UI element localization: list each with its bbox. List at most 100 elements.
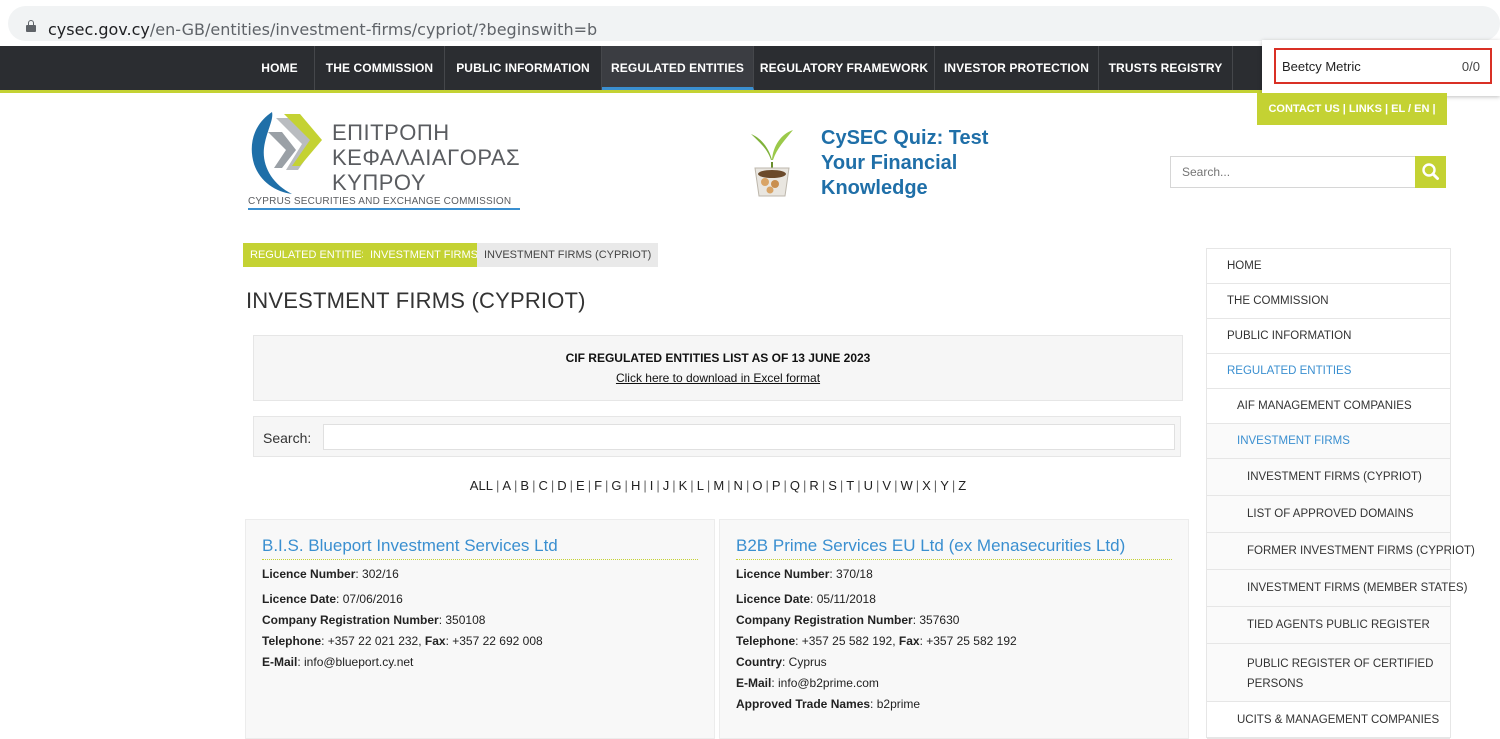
- alphabet-letter-w[interactable]: W: [900, 478, 912, 493]
- alphabet-letter-r[interactable]: R: [809, 478, 818, 493]
- alphabet-separator: |: [550, 478, 555, 493]
- firm-detail-row: E-Mail: info@b2prime.com: [736, 676, 879, 690]
- nav-public-information[interactable]: PUBLIC INFORMATION: [445, 46, 602, 90]
- plant-jar-icon[interactable]: [747, 124, 797, 200]
- breadcrumb-regulated-entities[interactable]: REGULATED ENTITIES: [243, 243, 376, 267]
- alphabet-letter-k[interactable]: K: [679, 478, 688, 493]
- firm-detail-value: Cyprus: [788, 655, 827, 669]
- nav-regulated-entities[interactable]: REGULATED ENTITIES: [602, 46, 754, 90]
- firm-detail-value: 302/16: [362, 567, 399, 581]
- nav-regulatory-framework[interactable]: REGULATORY FRAMEWORK: [754, 46, 935, 90]
- alphabet-letter-x[interactable]: X: [922, 478, 931, 493]
- sidebar-item-investment-firms-member-states[interactable]: INVESTMENT FIRMS (MEMBER STATES): [1207, 570, 1467, 607]
- alphabet-separator: |: [821, 478, 826, 493]
- firm-detail-label: Licence Number: [736, 567, 830, 581]
- sidebar-item-label: PUBLIC REGISTER OF CERTIFIED PERSONS: [1247, 658, 1434, 690]
- breadcrumb-investment-firms[interactable]: INVESTMENT FIRMS: [363, 243, 485, 267]
- sidebar-item-label: HOME: [1227, 260, 1262, 272]
- alphabet-separator: |: [783, 478, 787, 493]
- header-search-field[interactable]: [1170, 156, 1416, 188]
- alphabet-letter-j[interactable]: J: [663, 478, 670, 493]
- alphabet-letter-v[interactable]: V: [882, 478, 891, 493]
- alphabet-letter-p[interactable]: P: [772, 478, 781, 493]
- alphabet-letter-m[interactable]: M: [713, 478, 724, 493]
- alphabet-letter-all[interactable]: ALL: [470, 478, 493, 493]
- alphabet-separator: |: [745, 478, 750, 493]
- breadcrumb-current: INVESTMENT FIRMS (CYPRIOT): [477, 243, 659, 267]
- alphabet-letter-s[interactable]: S: [828, 478, 837, 493]
- header-search-input[interactable]: [1171, 157, 1415, 187]
- sidebar-item-regulated-entities[interactable]: REGULATED ENTITIES: [1207, 354, 1450, 389]
- sidebar-item-tied-agents-public-register[interactable]: TIED AGENTS PUBLIC REGISTER: [1207, 607, 1450, 644]
- firm-detail-value: 05/11/2018: [816, 592, 876, 606]
- url-text[interactable]: cysec.gov.cy/en-GB/entities/investment-f…: [48, 20, 597, 39]
- alphabet-letter-z[interactable]: Z: [958, 478, 966, 493]
- sidebar-item-former-investment-firms-cypriot[interactable]: FORMER INVESTMENT FIRMS (CYPRIOT): [1207, 533, 1475, 570]
- alphabet-letter-y[interactable]: Y: [940, 478, 949, 493]
- firm-detail-row: Licence Date: 07/06/2016: [262, 592, 403, 606]
- sidebar-item-ucits-management-companies[interactable]: UCITS & MANAGEMENT COMPANIES: [1207, 702, 1450, 739]
- firm-detail-label: Approved Trade Names: [736, 697, 871, 711]
- sidebar-item-investment-firms-cypriot[interactable]: INVESTMENT FIRMS (CYPRIOT): [1207, 459, 1450, 496]
- alphabet-separator: |: [951, 478, 956, 493]
- firm-detail-value: +357 22 692 008: [452, 634, 543, 648]
- alphabet-letter-c[interactable]: C: [538, 478, 547, 493]
- sidebar-item-the-commission[interactable]: THE COMMISSION: [1207, 284, 1450, 319]
- alphabet-letter-a[interactable]: A: [502, 478, 511, 493]
- sidebar-item-list-of-approved-domains[interactable]: LIST OF APPROVED DOMAINS: [1207, 496, 1450, 533]
- firm-name-link[interactable]: B.I.S. Blueport Investment Services Ltd: [262, 536, 558, 556]
- excel-download-link[interactable]: Click here to download in Excel format: [254, 371, 1182, 385]
- nav-investor-protection[interactable]: INVESTOR PROTECTION: [935, 46, 1099, 90]
- alphabet-separator: |: [727, 478, 731, 493]
- alphabet-separator: |: [514, 478, 518, 493]
- alphabet-letter-b[interactable]: B: [520, 478, 529, 493]
- sidebar-item-public-information[interactable]: PUBLIC INFORMATION: [1207, 319, 1450, 354]
- sidebar-menu: HOME THE COMMISSION PUBLIC INFORMATION REGU…: [1206, 248, 1475, 739]
- sidebar-item-investment-firms[interactable]: INVESTMENT FIRMS: [1207, 424, 1450, 459]
- alphabet-letter-i[interactable]: I: [650, 478, 654, 493]
- alphabet-separator: |: [690, 478, 694, 493]
- alphabet-letter-f[interactable]: F: [594, 478, 602, 493]
- extension-item[interactable]: Beetcy Metric 0/0: [1274, 48, 1492, 84]
- alphabet-letter-q[interactable]: Q: [790, 478, 800, 493]
- alphabet-separator: |: [876, 478, 880, 493]
- firm-detail-value[interactable]: info@blueport.cy.net: [304, 655, 413, 669]
- nav-trusts-registry[interactable]: TRUSTS REGISTRY: [1099, 46, 1233, 90]
- alphabet-letter-h[interactable]: H: [631, 478, 640, 493]
- contact-links-bar[interactable]: CONTACT US | LINKS | EL / EN |: [1257, 93, 1447, 125]
- alphabet-letter-u[interactable]: U: [864, 478, 873, 493]
- firm-detail-value[interactable]: info@b2prime.com: [778, 676, 879, 690]
- sidebar-item-public-register-of-certified-persons[interactable]: PUBLIC REGISTER OF CERTIFIED PERSONS: [1207, 644, 1450, 702]
- firm-name-link[interactable]: B2B Prime Services EU Ltd (ex Menasecuri…: [736, 536, 1125, 556]
- sidebar-item-label: REGULATED ENTITIES: [1227, 365, 1352, 377]
- alphabet-letter-l[interactable]: L: [697, 478, 704, 493]
- logo-greek-line2: ΚΕΦΑΛΑΙΑΓΟΡΑΣ: [332, 145, 521, 170]
- alphabet-separator: |: [495, 478, 500, 493]
- firm-detail-row: Telephone: +357 25 582 192, Fax: +357 25…: [736, 634, 1017, 648]
- address-field[interactable]: cysec.gov.cy/en-GB/entities/investment-f…: [8, 6, 1500, 41]
- lock-icon[interactable]: [26, 20, 36, 32]
- alphabet-letter-d[interactable]: D: [557, 478, 566, 493]
- nav-the-commission[interactable]: THE COMMISSION: [315, 46, 445, 90]
- header-search-button[interactable]: [1415, 156, 1446, 188]
- alphabet-letter-t[interactable]: T: [846, 478, 854, 493]
- alphabet-letter-g[interactable]: G: [611, 478, 621, 493]
- sidebar-item-home[interactable]: HOME: [1207, 249, 1450, 284]
- alphabet-letter-n[interactable]: N: [734, 478, 743, 493]
- alphabet-separator: |: [656, 478, 660, 493]
- alphabet-separator: |: [605, 478, 609, 493]
- firm-search-input[interactable]: [323, 424, 1175, 450]
- alphabet-separator: |: [672, 478, 676, 493]
- alphabet-separator: |: [532, 478, 536, 493]
- alphabet-letter-o[interactable]: O: [752, 478, 762, 493]
- firm-detail-label: Company Registration Number: [262, 613, 439, 627]
- sidebar-item-label: INVESTMENT FIRMS (MEMBER STATES): [1247, 582, 1468, 594]
- cysec-logo[interactable]: ΕΠΙΤΡΟΠΗ ΚΕΦΑΛΑΙΑΓΟΡΑΣ ΚΥΠΡΟΥ CYPRUS SEC…: [246, 110, 526, 215]
- nav-home[interactable]: HOME: [245, 46, 315, 90]
- quiz-banner-link[interactable]: CySEC Quiz: Test Your Financial Knowledg…: [821, 126, 988, 201]
- sidebar-item-label: THE COMMISSION: [1227, 295, 1329, 307]
- firm-detail-value: +357 25 582 192: [801, 634, 893, 648]
- alphabet-letter-e[interactable]: E: [576, 478, 585, 493]
- firm-detail-label: Company Registration Number: [736, 613, 913, 627]
- sidebar-item-aif-management-companies[interactable]: AIF MANAGEMENT COMPANIES: [1207, 389, 1450, 424]
